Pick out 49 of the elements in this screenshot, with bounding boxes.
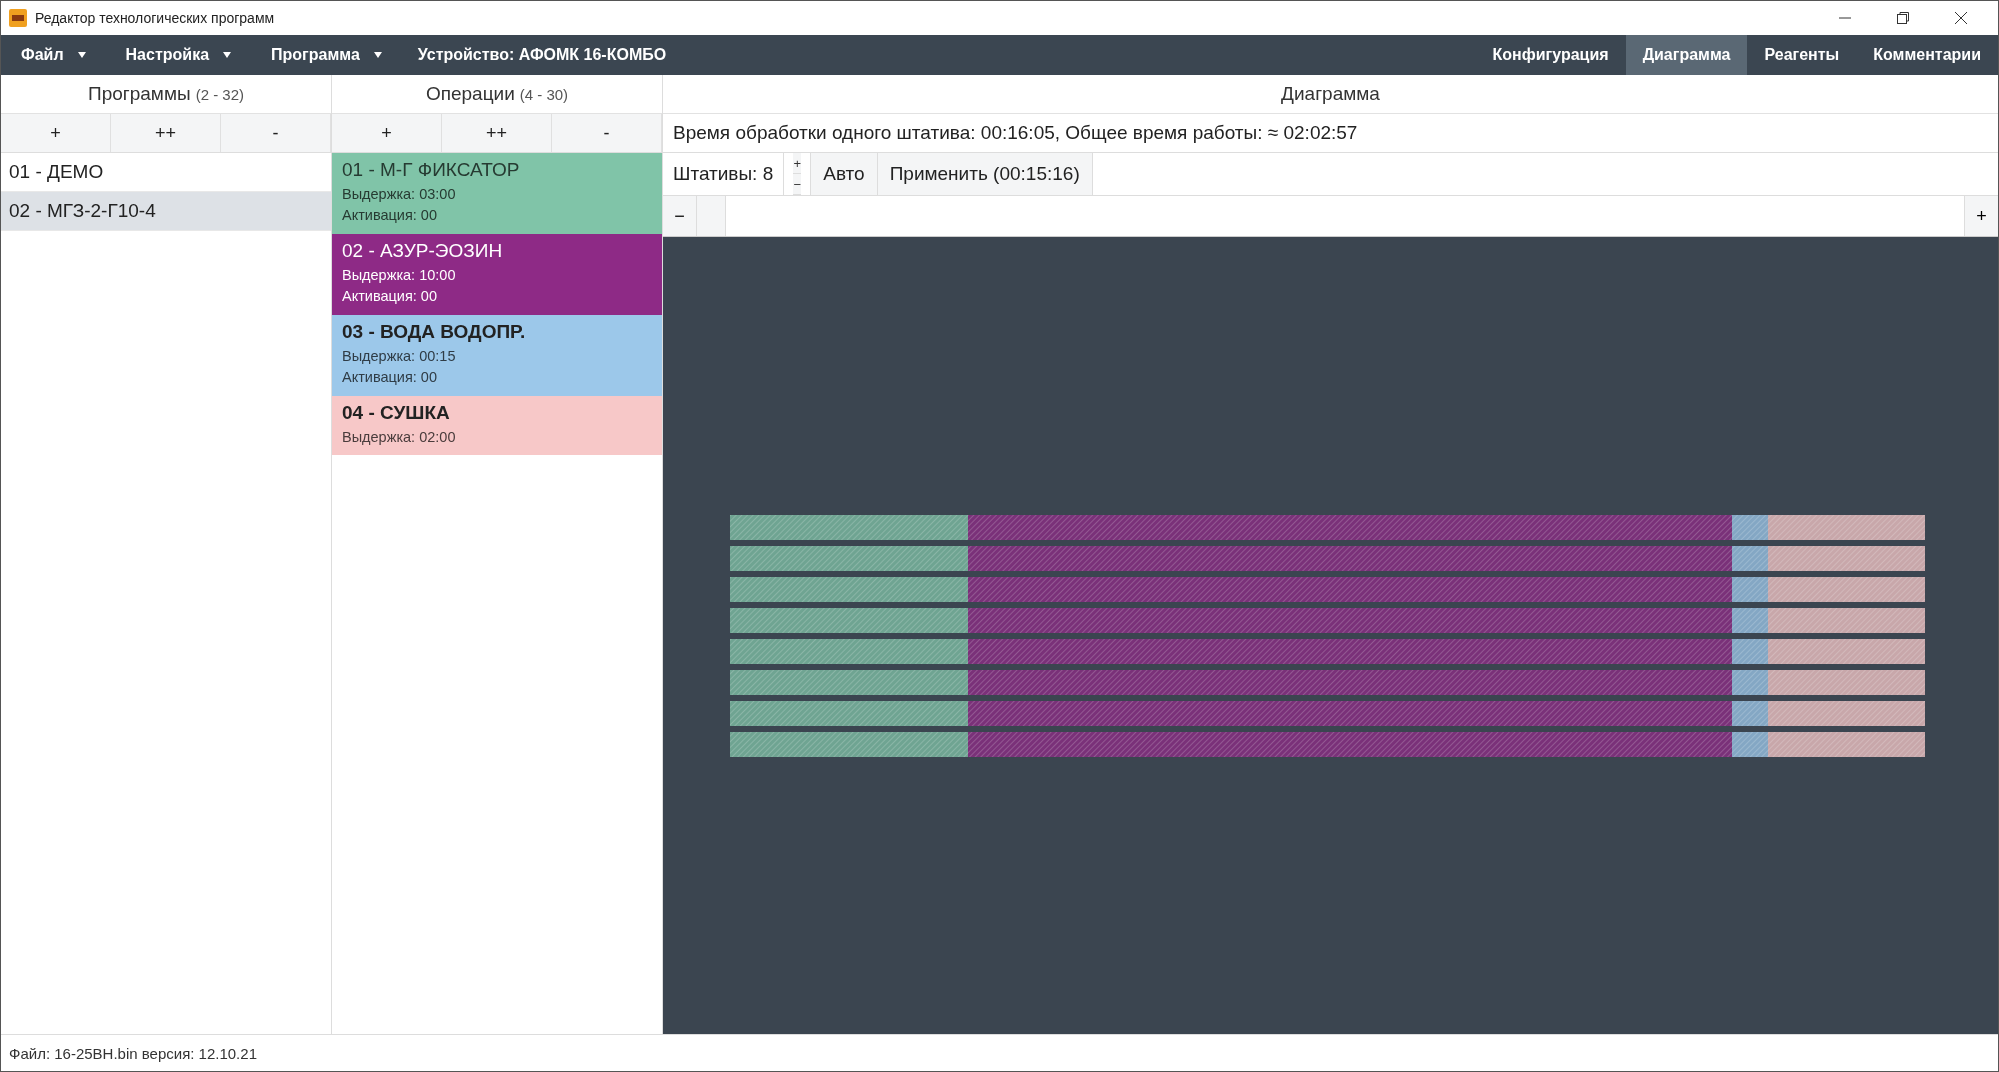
toolbar-button[interactable]: -	[221, 114, 331, 152]
caret-icon	[373, 52, 382, 58]
operation-detail: Активация: 00	[342, 287, 438, 306]
toolbar-button[interactable]: ++	[111, 114, 221, 152]
operation-name: 01 - М-Г ФИКСАТОР	[342, 159, 521, 181]
operation-name: 03 - ВОДА ВОДОПР.	[342, 321, 527, 343]
operation-detail: Активация: 00	[342, 368, 438, 387]
menu-item[interactable]: Программа	[251, 35, 402, 75]
menu-item[interactable]: Настройка	[105, 35, 252, 75]
operation-card[interactable]: 01 - М-Г ФИКСАТОР Выдержка: 03:00 Активация: 00	[332, 153, 662, 234]
count-range: (4 - 30)	[519, 85, 569, 103]
app-logo-icon	[9, 9, 27, 27]
window-title: Редактор технологических программ	[35, 10, 276, 26]
operation-name: 02 - АЗУР-ЭОЗИН	[342, 240, 504, 262]
panel-title: Операции	[425, 83, 515, 105]
caret-icon	[223, 52, 232, 58]
tab[interactable]: Комментарии	[1856, 35, 1998, 75]
zoom-out-button[interactable]: −	[663, 196, 697, 236]
caret-icon	[77, 52, 86, 58]
toolbar-button[interactable]: ++	[442, 114, 552, 152]
restore-icon[interactable]	[1896, 11, 1910, 25]
menu-item[interactable]: Файл	[1, 35, 106, 75]
racks-label: Штативы: 8	[672, 162, 775, 186]
operation-detail: Выдержка: 10:00	[342, 266, 457, 285]
operation-card[interactable]: 02 - АЗУР-ЭОЗИН Выдержка: 10:00 Активация: 00	[332, 234, 662, 315]
operation-detail: Выдержка: 02:00	[342, 428, 457, 447]
apply-button[interactable]: Применить (00:15:16)	[877, 153, 1093, 195]
tab[interactable]: Диаграмма	[1625, 35, 1748, 75]
status-text: Файл: 16-25BH.bin версия: 12.10.21	[9, 1044, 257, 1062]
operation-name: 04 - СУШКА	[342, 402, 451, 424]
close-icon[interactable]	[1954, 11, 1968, 25]
zoom-in-button[interactable]: +	[1964, 196, 1998, 236]
decrement-button[interactable]: −	[793, 174, 802, 195]
auto-button[interactable]: Авто	[810, 153, 878, 195]
operation-detail: Выдержка: 00:15	[342, 347, 457, 366]
increment-button[interactable]: +	[793, 153, 802, 174]
count-range: (2 - 32)	[195, 85, 244, 103]
toolbar-button[interactable]: +	[332, 114, 442, 152]
program-item[interactable]: 02 - МГЗ-2-Г10-4	[1, 192, 331, 231]
operation-detail: Активация: 00	[342, 206, 438, 225]
operation-detail: Выдержка: 03:00	[342, 185, 457, 204]
panel-title: Диаграмма	[663, 75, 1998, 114]
toolbar-button[interactable]: -	[552, 114, 662, 152]
toolbar-button[interactable]: +	[1, 114, 111, 152]
panel-title: Программы	[88, 83, 191, 105]
operation-card[interactable]: 03 - ВОДА ВОДОПР. Выдержка: 00:15 Активация: 00	[332, 315, 662, 396]
tab[interactable]: Конфигурация	[1475, 35, 1626, 75]
tab[interactable]: Реагенты	[1747, 35, 1857, 75]
device-label: Устройство: АФОМК 16-КОМБО	[416, 45, 668, 65]
